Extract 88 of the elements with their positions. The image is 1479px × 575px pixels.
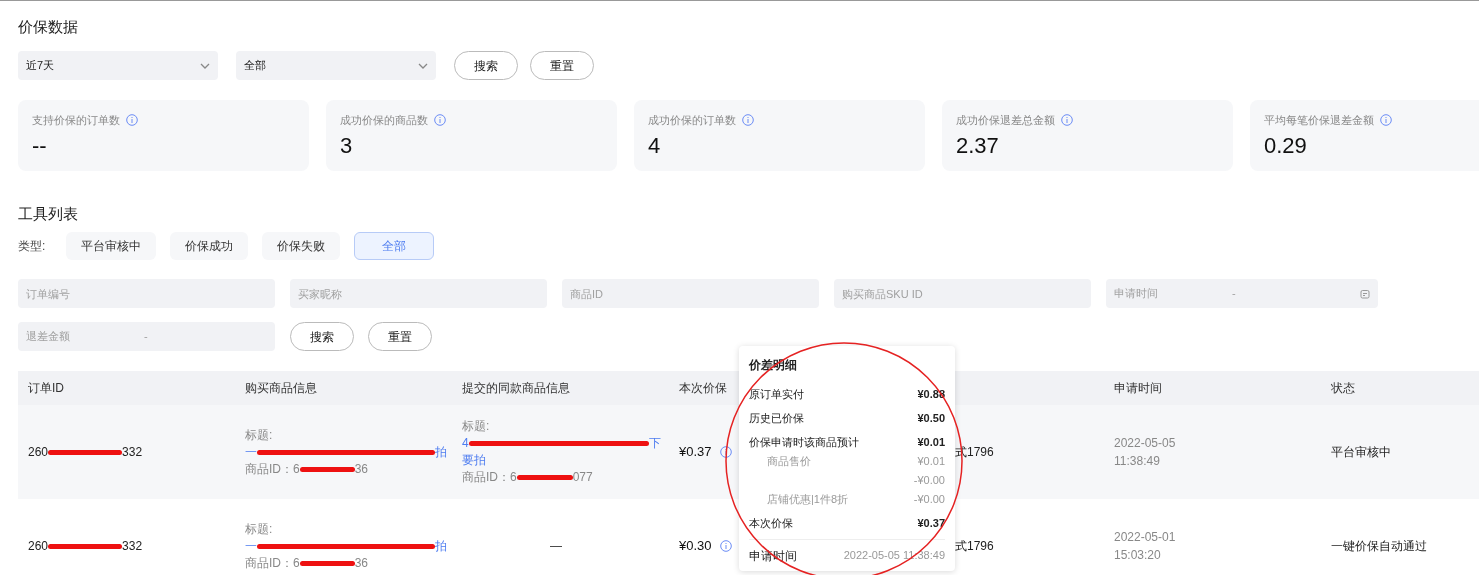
stat-label: 成功价保的商品数 xyxy=(340,113,428,128)
info-icon xyxy=(719,540,732,552)
column-header: 本次价保 xyxy=(679,381,727,395)
filter-button[interactable]: 重置 xyxy=(530,51,594,80)
detail-label: 原订单实付 xyxy=(749,386,804,402)
text-fragment: 商品ID：6 xyxy=(245,554,300,572)
text-fragment: 260 xyxy=(28,444,49,461)
section-title: 工具列表 xyxy=(18,204,79,224)
info-icon xyxy=(719,446,732,458)
filter-button[interactable]: 搜索 xyxy=(290,322,354,351)
type-tab[interactable]: 价保成功 xyxy=(170,232,248,260)
title-label: 标题: xyxy=(245,426,274,444)
text-fragment: 4 xyxy=(462,435,469,452)
detail-value: ¥0.01 xyxy=(917,434,945,450)
type-tab[interactable]: 全部 xyxy=(354,232,434,260)
text-fragment: 商品ID：6 xyxy=(245,460,300,478)
detail-value: -¥0.00 xyxy=(913,472,945,488)
input-field[interactable]: 订单编号 xyxy=(18,279,275,308)
price-value: ¥0.37 xyxy=(679,443,712,462)
type-tab[interactable]: 平台审核中 xyxy=(66,232,156,260)
product-title-link[interactable]: 要拍 xyxy=(462,452,669,469)
status-text: 平台审核中 xyxy=(1331,445,1391,459)
input-field[interactable]: 买家昵称 xyxy=(290,279,547,308)
text-fragment: 拍 xyxy=(435,443,447,461)
info-icon xyxy=(126,114,138,127)
detail-label: 店铺优惠|1件8折 xyxy=(767,491,849,507)
text-fragment: 一 xyxy=(245,537,257,555)
filter-button[interactable]: 搜索 xyxy=(454,51,518,80)
title-label: 标题: xyxy=(462,418,491,435)
status-text: 一键价保自动通过 xyxy=(1331,539,1427,553)
stat-value: 0.29 xyxy=(1264,132,1308,159)
type-tab[interactable]: 价保失败 xyxy=(262,232,340,260)
apply-date: 2022-05-01 xyxy=(1114,529,1177,546)
caret-icon xyxy=(200,62,210,69)
column-header: 购买商品信息 xyxy=(245,381,317,395)
input-field[interactable]: 购买商品SKU ID xyxy=(834,279,1091,308)
stat-label: 平均每笔价保退差金额 xyxy=(1264,113,1374,128)
redaction-mark xyxy=(516,475,573,480)
detail-label: 历史已价保 xyxy=(749,410,804,426)
apply-time: 15:03:20 xyxy=(1114,547,1162,564)
detail-value: -¥0.00 xyxy=(913,491,945,507)
detail-label: 价保申请时该商品预计 xyxy=(749,434,859,450)
input-field[interactable]: 商品ID xyxy=(562,279,819,308)
info-icon xyxy=(742,114,754,127)
text-fragment: 332 xyxy=(122,444,143,461)
detail-value: ¥0.01 xyxy=(917,453,945,469)
select-dropdown[interactable]: 近7天 xyxy=(18,51,218,80)
redaction-mark xyxy=(299,466,355,472)
text-fragment: 商品ID：6 xyxy=(462,469,517,486)
apply-time: 11:38:49 xyxy=(1114,453,1161,470)
price-value: ¥0.30 xyxy=(679,537,712,556)
text-fragment: 拍 xyxy=(435,537,447,555)
text-fragment: 一 xyxy=(245,443,257,461)
table-cell: 式1796 xyxy=(955,539,994,553)
column-header: 申请时间 xyxy=(1114,381,1162,395)
info-icon xyxy=(434,114,446,127)
column-header: 订单ID xyxy=(28,381,64,395)
text-fragment: 332 xyxy=(122,538,143,555)
empty-value: — xyxy=(550,538,562,553)
stat-value: 4 xyxy=(648,132,662,159)
caret-icon xyxy=(418,62,428,69)
column-header: 状态 xyxy=(1331,381,1355,395)
redaction-mark xyxy=(299,560,355,566)
detail-label: 本次价保 xyxy=(749,515,793,531)
filter-button[interactable]: 重置 xyxy=(368,322,432,351)
stat-value: 2.37 xyxy=(956,132,1000,159)
info-icon xyxy=(1061,114,1073,127)
stat-value: 3 xyxy=(340,132,354,159)
page-title: 价保数据 xyxy=(18,17,79,37)
text-fragment: 下 xyxy=(648,435,661,452)
stat-label: 成功价保的订单数 xyxy=(648,113,736,128)
detail-label: 商品售价 xyxy=(767,453,811,469)
detail-value: ¥0.50 xyxy=(917,410,945,426)
text-fragment: 36 xyxy=(354,460,369,478)
stat-label: 支持价保的订单数 xyxy=(32,113,120,128)
select-dropdown[interactable]: 全部 xyxy=(236,51,436,80)
type-label: 类型: xyxy=(18,238,47,255)
detail-value: ¥0.37 xyxy=(917,515,945,531)
text-fragment: 260 xyxy=(28,538,49,555)
text-fragment: 36 xyxy=(354,554,369,572)
text-fragment: 077 xyxy=(572,469,593,486)
info-icon xyxy=(1380,114,1392,127)
stat-value: -- xyxy=(32,132,48,159)
stat-label: 成功价保退差总金额 xyxy=(956,113,1055,128)
calendar-icon xyxy=(1360,288,1370,299)
column-header: 提交的同款商品信息 xyxy=(462,381,570,395)
title-label: 标题: xyxy=(245,520,274,538)
apply-date: 2022-05-05 xyxy=(1114,435,1177,452)
